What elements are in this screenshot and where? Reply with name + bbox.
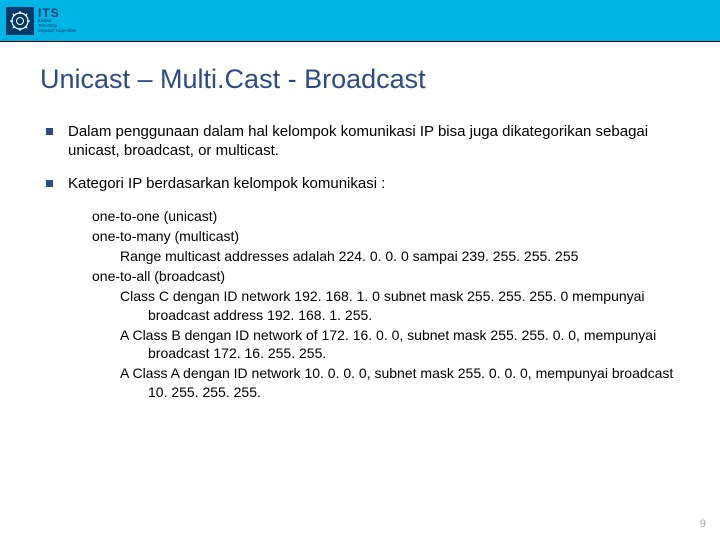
slide-content: Unicast – Multi.Cast - Broadcast Dalam p… bbox=[0, 42, 720, 402]
bullet-item-1: Dalam penggunaan dalam hal kelompok komu… bbox=[40, 123, 680, 161]
sub-line-multicast-range: Range multicast addresses adalah 224. 0.… bbox=[92, 247, 680, 266]
header-band: ITS Institut Teknologi Sepuluh Nopember bbox=[0, 0, 720, 42]
logo-text-block: ITS Institut Teknologi Sepuluh Nopember bbox=[38, 7, 77, 34]
bullet-item-2: Kategori IP berdasarkan kelompok komunik… bbox=[40, 175, 680, 194]
logo-subline-3: Sepuluh Nopember bbox=[38, 29, 77, 34]
sub-line-class-c: Class C dengan ID network 192. 168. 1. 0… bbox=[92, 287, 680, 325]
sub-line-class-a: A Class A dengan ID network 10. 0. 0. 0,… bbox=[92, 364, 680, 402]
page-number: 9 bbox=[700, 518, 706, 530]
sub-block: one-to-one (unicast) one-to-many (multic… bbox=[40, 207, 680, 402]
sub-line-broadcast: one-to-all (broadcast) bbox=[92, 267, 680, 286]
sub-line-multicast: one-to-many (multicast) bbox=[92, 227, 680, 246]
logo-emblem bbox=[6, 7, 34, 35]
sub-line-class-b: A Class B dengan ID network of 172. 16. … bbox=[92, 326, 680, 364]
slide-title: Unicast – Multi.Cast - Broadcast bbox=[40, 64, 680, 95]
gear-icon bbox=[9, 10, 31, 32]
main-bullet-list: Dalam penggunaan dalam hal kelompok komu… bbox=[40, 123, 680, 193]
sub-line-unicast: one-to-one (unicast) bbox=[92, 207, 680, 226]
